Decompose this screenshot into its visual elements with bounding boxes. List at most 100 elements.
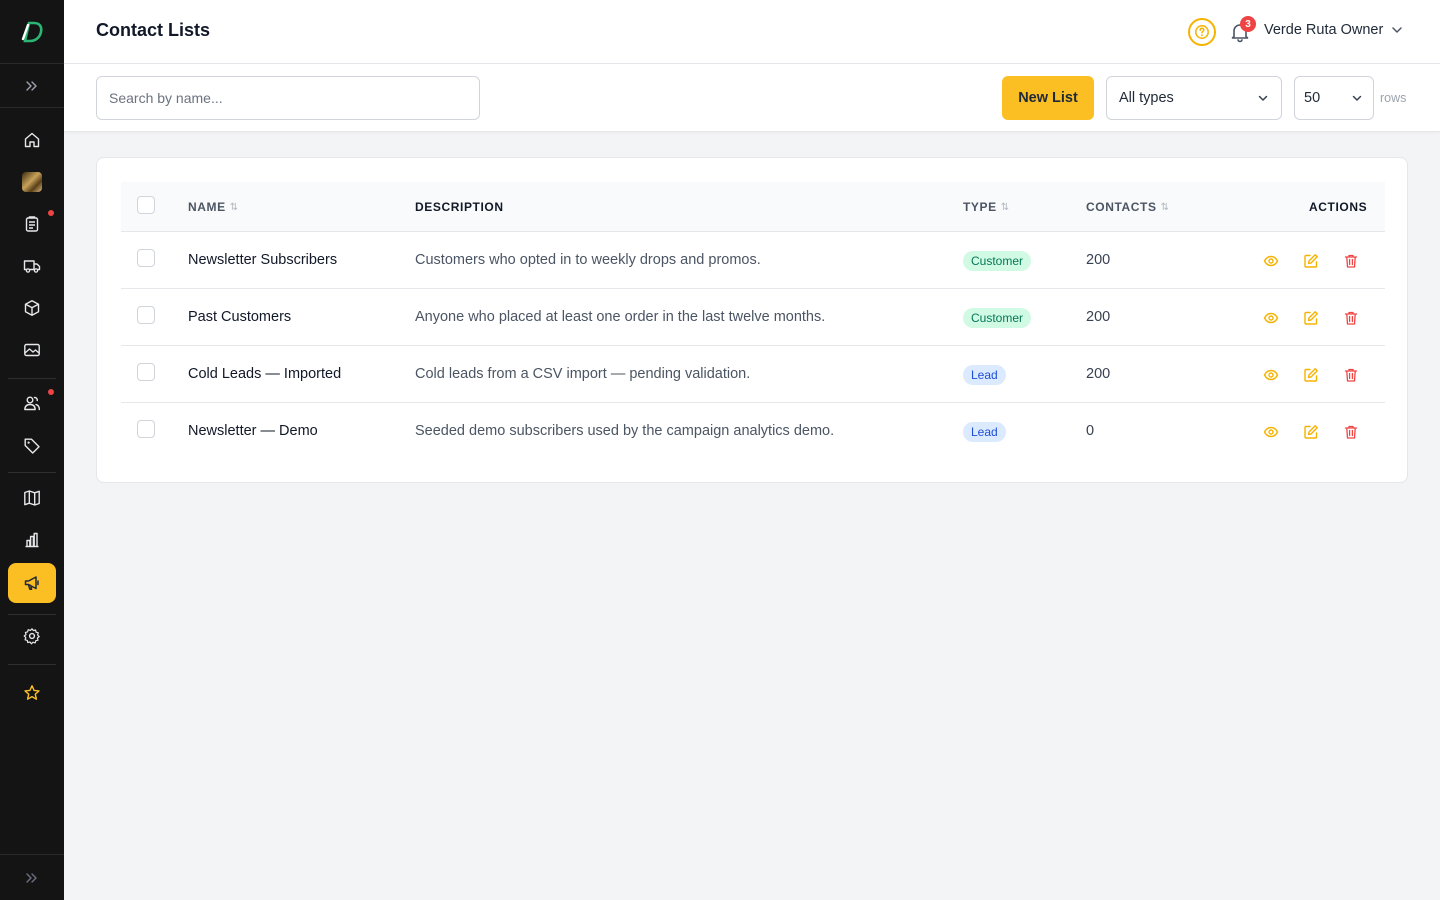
list-description: Seeded demo subscribers used by the camp… xyxy=(415,423,835,439)
sidebar-collapse-button[interactable] xyxy=(0,854,64,900)
logo-icon xyxy=(21,21,43,42)
eye-icon xyxy=(1263,255,1279,267)
app-logo[interactable] xyxy=(0,0,64,64)
sidebar-item-store[interactable] xyxy=(8,162,56,202)
list-description: Customers who opted in to weekly drops a… xyxy=(415,252,761,268)
trash-icon xyxy=(1344,254,1358,268)
sidebar-expand-button[interactable] xyxy=(0,64,64,108)
user-name: Verde Ruta Owner xyxy=(1264,22,1384,38)
chevron-down-icon xyxy=(1352,95,1362,101)
trash-icon xyxy=(1344,311,1358,325)
sidebar-item-shipping[interactable] xyxy=(8,246,56,286)
row-checkbox[interactable] xyxy=(137,363,155,381)
view-button[interactable] xyxy=(1259,363,1283,387)
contacts-count: 0 xyxy=(1086,423,1095,439)
image-icon xyxy=(24,343,40,357)
notification-dot xyxy=(48,389,54,395)
contacts-count: 200 xyxy=(1086,366,1111,382)
list-name[interactable]: Cold Leads — Imported xyxy=(188,366,341,382)
view-button[interactable] xyxy=(1259,306,1283,330)
sidebar-divider xyxy=(8,664,56,665)
edit-icon xyxy=(1304,311,1318,325)
edit-icon xyxy=(1304,254,1318,268)
truck-icon xyxy=(23,260,41,273)
select-all-checkbox[interactable] xyxy=(137,196,155,214)
sort-icon: ⇅ xyxy=(1000,201,1010,213)
delete-button[interactable] xyxy=(1339,249,1363,273)
bar-chart-icon xyxy=(25,532,39,548)
sidebar-item-tags[interactable] xyxy=(8,426,56,466)
search-input[interactable] xyxy=(96,76,480,120)
edit-icon xyxy=(1304,425,1318,439)
notification-count-badge: 3 xyxy=(1240,16,1256,32)
row-checkbox[interactable] xyxy=(137,306,155,324)
rows-per-page-value: 50 xyxy=(1304,90,1321,106)
chevron-down-icon xyxy=(1392,27,1403,33)
sidebar-item-analytics[interactable] xyxy=(8,520,56,560)
list-toolbar: New List All types 50 rows xyxy=(64,64,1440,132)
type-badge: Lead xyxy=(963,422,1006,442)
contacts-count: 200 xyxy=(1086,252,1111,268)
column-header-actions: ACTIONS xyxy=(1309,200,1368,214)
sidebar-item-favorites[interactable] xyxy=(8,673,56,713)
tag-icon xyxy=(24,438,40,454)
column-header-type[interactable]: TYPE ⇅ xyxy=(963,200,1010,214)
sidebar-item-catalog[interactable] xyxy=(8,478,56,518)
view-button[interactable] xyxy=(1259,420,1283,444)
help-button[interactable] xyxy=(1188,18,1216,46)
delete-button[interactable] xyxy=(1339,306,1363,330)
table-header: NAME ⇅ DESCRIPTION TYPE ⇅ CONTACTS ⇅ ACTION… xyxy=(121,182,1385,232)
clipboard-icon xyxy=(25,216,39,232)
column-type-label: TYPE xyxy=(963,200,997,214)
sidebar-item-orders[interactable] xyxy=(8,204,56,244)
edit-button[interactable] xyxy=(1299,306,1323,330)
list-name[interactable]: Newsletter — Demo xyxy=(188,423,318,439)
page-title: Contact Lists xyxy=(96,20,211,40)
delete-button[interactable] xyxy=(1339,363,1363,387)
rows-per-page-select[interactable]: 50 xyxy=(1294,76,1374,120)
gear-icon xyxy=(23,628,40,645)
column-header-contacts[interactable]: CONTACTS ⇅ xyxy=(1086,200,1170,214)
sort-icon: ⇅ xyxy=(1160,201,1170,213)
list-name[interactable]: Newsletter Subscribers xyxy=(188,252,337,268)
view-button[interactable] xyxy=(1259,249,1283,273)
rows-label: rows xyxy=(1380,91,1407,105)
delete-button[interactable] xyxy=(1339,420,1363,444)
row-checkbox[interactable] xyxy=(137,249,155,267)
chevrons-right-icon xyxy=(26,80,37,91)
question-circle-icon xyxy=(1195,25,1209,39)
notification-dot xyxy=(48,210,54,216)
user-menu[interactable]: Verde Ruta Owner xyxy=(1264,22,1403,38)
sidebar-item-products[interactable] xyxy=(8,288,56,328)
sort-icon: ⇅ xyxy=(229,201,239,213)
column-name-label: NAME xyxy=(188,200,226,214)
new-list-button[interactable]: New List xyxy=(1002,76,1094,120)
edit-button[interactable] xyxy=(1299,420,1323,444)
megaphone-icon xyxy=(24,576,39,590)
star-icon xyxy=(24,685,40,700)
eye-icon xyxy=(1263,312,1279,324)
sidebar-divider xyxy=(8,378,56,379)
table-row: Newsletter — Demo Seeded demo subscriber… xyxy=(121,403,1385,460)
sidebar-item-media[interactable] xyxy=(8,330,56,370)
edit-button[interactable] xyxy=(1299,249,1323,273)
sidebar-item-customers[interactable] xyxy=(8,383,56,423)
row-checkbox[interactable] xyxy=(137,420,155,438)
type-badge: Lead xyxy=(963,365,1006,385)
chevron-down-icon xyxy=(1258,95,1268,101)
table-row: Past Customers Anyone who placed at leas… xyxy=(121,289,1385,346)
sidebar-item-home[interactable] xyxy=(8,120,56,160)
trash-icon xyxy=(1344,368,1358,382)
sidebar-item-settings[interactable] xyxy=(8,616,56,656)
store-thumbnail xyxy=(22,172,42,192)
sidebar-item-marketing[interactable] xyxy=(8,563,56,603)
sidebar-divider xyxy=(8,472,56,473)
type-filter-select[interactable]: All types xyxy=(1106,76,1282,120)
sidebar xyxy=(0,0,64,900)
list-name[interactable]: Past Customers xyxy=(188,309,291,325)
type-filter-value: All types xyxy=(1119,90,1174,106)
edit-button[interactable] xyxy=(1299,363,1323,387)
type-badge: Customer xyxy=(963,251,1032,271)
column-header-name[interactable]: NAME ⇅ xyxy=(188,200,239,214)
eye-icon xyxy=(1263,369,1279,381)
